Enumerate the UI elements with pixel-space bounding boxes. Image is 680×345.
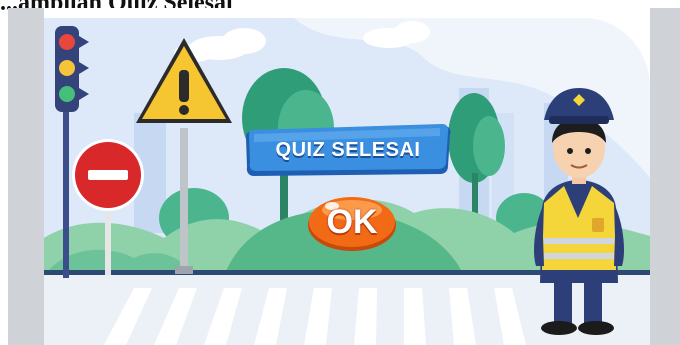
left-border-pillar — [8, 8, 44, 345]
right-border-pillar — [650, 8, 680, 345]
quiz-complete-banner: QUIZ SELESAI — [244, 122, 452, 178]
ok-button[interactable]: OK — [306, 192, 398, 252]
ok-button-label: OK — [326, 202, 378, 241]
quiz-complete-title: QUIZ SELESAI — [275, 138, 421, 161]
game-scene: QUIZ SELESAI OK — [44, 8, 650, 345]
